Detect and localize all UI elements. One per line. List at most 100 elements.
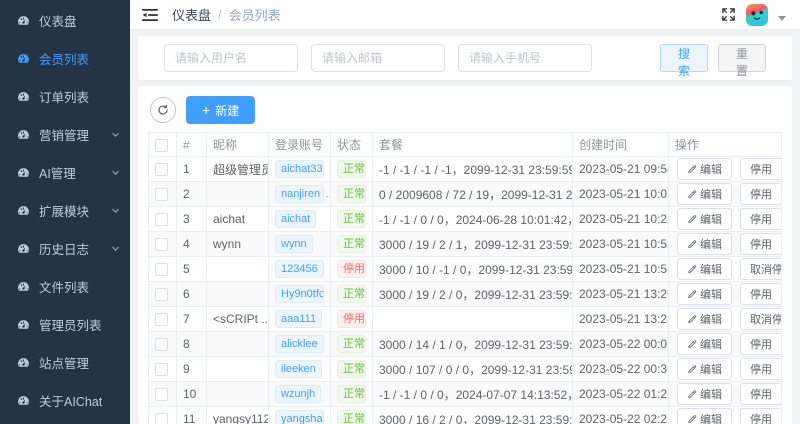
username-input[interactable] <box>164 44 298 72</box>
status-badge: 停用 <box>337 310 366 328</box>
edit-button-label: 编辑 <box>700 336 722 352</box>
sidebar-item[interactable]: 管理员列表 <box>0 305 130 343</box>
row-nickname <box>207 282 269 307</box>
gauge-icon <box>17 318 30 331</box>
edit-button-label: 编辑 <box>700 261 722 277</box>
breadcrumb-root[interactable]: 仪表盘 <box>172 5 211 24</box>
user-menu-caret-icon[interactable] <box>778 16 786 21</box>
edit-button[interactable]: 编辑 <box>677 308 732 330</box>
toggle-status-button[interactable]: 停用 <box>740 283 782 305</box>
toggle-status-button[interactable]: 停用 <box>740 158 782 180</box>
row-nickname: wynn <box>207 232 269 257</box>
row-index: 2 <box>177 182 207 207</box>
sidebar-item[interactable]: AI管理 <box>0 153 130 191</box>
row-checkbox[interactable] <box>155 263 168 276</box>
phone-input[interactable] <box>458 44 592 72</box>
toggle-status-button[interactable]: 取消停用 <box>740 308 782 330</box>
edit-button[interactable]: 编辑 <box>677 358 732 380</box>
row-checkbox[interactable] <box>155 363 168 376</box>
row-created: 2023-05-21 10:28:45 <box>573 207 669 232</box>
sidebar-item[interactable]: 站点管理 <box>0 343 130 381</box>
sidebar-item[interactable]: 营销管理 <box>0 115 130 153</box>
row-index: 9 <box>177 357 207 382</box>
row-index: 4 <box>177 232 207 257</box>
table-row: 10 wzunjh 正常 -1 / -1 / 0 / 0，2024-07-07 … <box>149 382 782 407</box>
sidebar-fold-icon[interactable] <box>142 8 158 22</box>
edit-button[interactable]: 编辑 <box>677 183 732 205</box>
column-created: 创建时间 <box>573 133 669 157</box>
sidebar-item-label: 会员列表 <box>39 49 89 68</box>
row-index: 6 <box>177 282 207 307</box>
row-checkbox[interactable] <box>155 188 168 201</box>
pencil-icon <box>687 189 697 199</box>
row-checkbox[interactable] <box>155 388 168 401</box>
sidebar-item-label: 管理员列表 <box>39 315 102 334</box>
sidebar-item[interactable]: 扩展模块 <box>0 191 130 229</box>
row-plan: 3000 / 16 / 2 / 0，2099-12-31 23:59:59，有效… <box>373 407 573 424</box>
sidebar-item[interactable]: 关于AIChat <box>0 381 130 419</box>
row-checkbox[interactable] <box>155 213 168 226</box>
edit-button[interactable]: 编辑 <box>677 333 732 355</box>
row-checkbox[interactable] <box>155 288 168 301</box>
edit-button[interactable]: 编辑 <box>677 258 732 280</box>
edit-button-label: 编辑 <box>700 411 722 424</box>
toggle-status-button[interactable]: 停用 <box>740 333 782 355</box>
avatar[interactable] <box>746 4 768 26</box>
status-badge: 正常 <box>337 335 366 353</box>
gauge-icon <box>17 14 30 27</box>
row-checkbox[interactable] <box>155 163 168 176</box>
account-tag: 123456 <box>275 260 324 278</box>
row-created: 2023-05-21 09:58:22 <box>573 157 669 182</box>
row-checkbox[interactable] <box>155 313 168 326</box>
toggle-status-button[interactable]: 停用 <box>740 383 782 405</box>
edit-button[interactable]: 编辑 <box>677 158 732 180</box>
fullscreen-icon[interactable] <box>721 7 736 22</box>
pencil-icon <box>687 289 697 299</box>
select-all-checkbox[interactable] <box>155 139 168 152</box>
table-row: 3 aichat aichat 正常 -1 / -1 / 0 / 0，2024-… <box>149 207 782 232</box>
toggle-status-button[interactable]: 停用 <box>740 358 782 380</box>
table-row: 9 ileeken 正常 3000 / 107 / 0 / 0，2099-12-… <box>149 357 782 382</box>
sidebar-item[interactable]: 文件列表 <box>0 267 130 305</box>
refresh-button[interactable] <box>150 97 176 123</box>
pencil-icon <box>687 364 697 374</box>
row-nickname <box>207 332 269 357</box>
gauge-icon <box>17 128 30 141</box>
row-created: 2023-05-22 02:21:56 <box>573 407 669 424</box>
toggle-status-button[interactable]: 停用 <box>740 208 782 230</box>
sidebar-item[interactable]: 会员列表 <box>0 39 130 77</box>
edit-button-label: 编辑 <box>700 211 722 227</box>
row-checkbox[interactable] <box>155 238 168 251</box>
edit-button[interactable]: 编辑 <box>677 208 732 230</box>
edit-button[interactable]: 编辑 <box>677 408 732 424</box>
edit-button[interactable]: 编辑 <box>677 283 732 305</box>
edit-button[interactable]: 编辑 <box>677 383 732 405</box>
row-checkbox[interactable] <box>155 338 168 351</box>
column-account: 登录账号 <box>269 133 331 157</box>
plus-icon: + <box>202 103 210 117</box>
gauge-icon <box>17 356 30 369</box>
row-index: 1 <box>177 157 207 182</box>
row-index: 5 <box>177 257 207 282</box>
search-button[interactable]: 搜索 <box>660 44 708 72</box>
sidebar-item[interactable]: 历史日志 <box>0 229 130 267</box>
row-nickname: yangsy112 <box>207 407 269 424</box>
toggle-status-button[interactable]: 停用 <box>740 233 782 255</box>
gauge-icon <box>17 394 30 407</box>
sidebar-item[interactable]: 仪表盘 <box>0 1 130 39</box>
create-button-label: 新建 <box>215 102 239 119</box>
sidebar-item[interactable]: 订单列表 <box>0 77 130 115</box>
member-table-body: 1 超级管理员 aichat333 正常 -1 / -1 / -1 / -1，2… <box>149 157 782 424</box>
row-checkbox[interactable] <box>155 413 168 424</box>
toggle-status-button[interactable]: 取消停用 <box>740 258 782 280</box>
create-button[interactable]: + 新建 <box>186 96 255 124</box>
status-badge: 正常 <box>337 160 366 178</box>
reset-button[interactable]: 重置 <box>718 44 766 72</box>
toggle-status-button[interactable]: 停用 <box>740 408 782 424</box>
email-input[interactable] <box>311 44 445 72</box>
edit-button[interactable]: 编辑 <box>677 233 732 255</box>
sidebar-nav: 仪表盘 会员列表 订单列表 营销管理 AI管理 <box>0 1 130 419</box>
row-created: 2023-05-22 00:07:06 <box>573 332 669 357</box>
toggle-status-button[interactable]: 停用 <box>740 183 782 205</box>
topbar-right <box>721 4 786 26</box>
